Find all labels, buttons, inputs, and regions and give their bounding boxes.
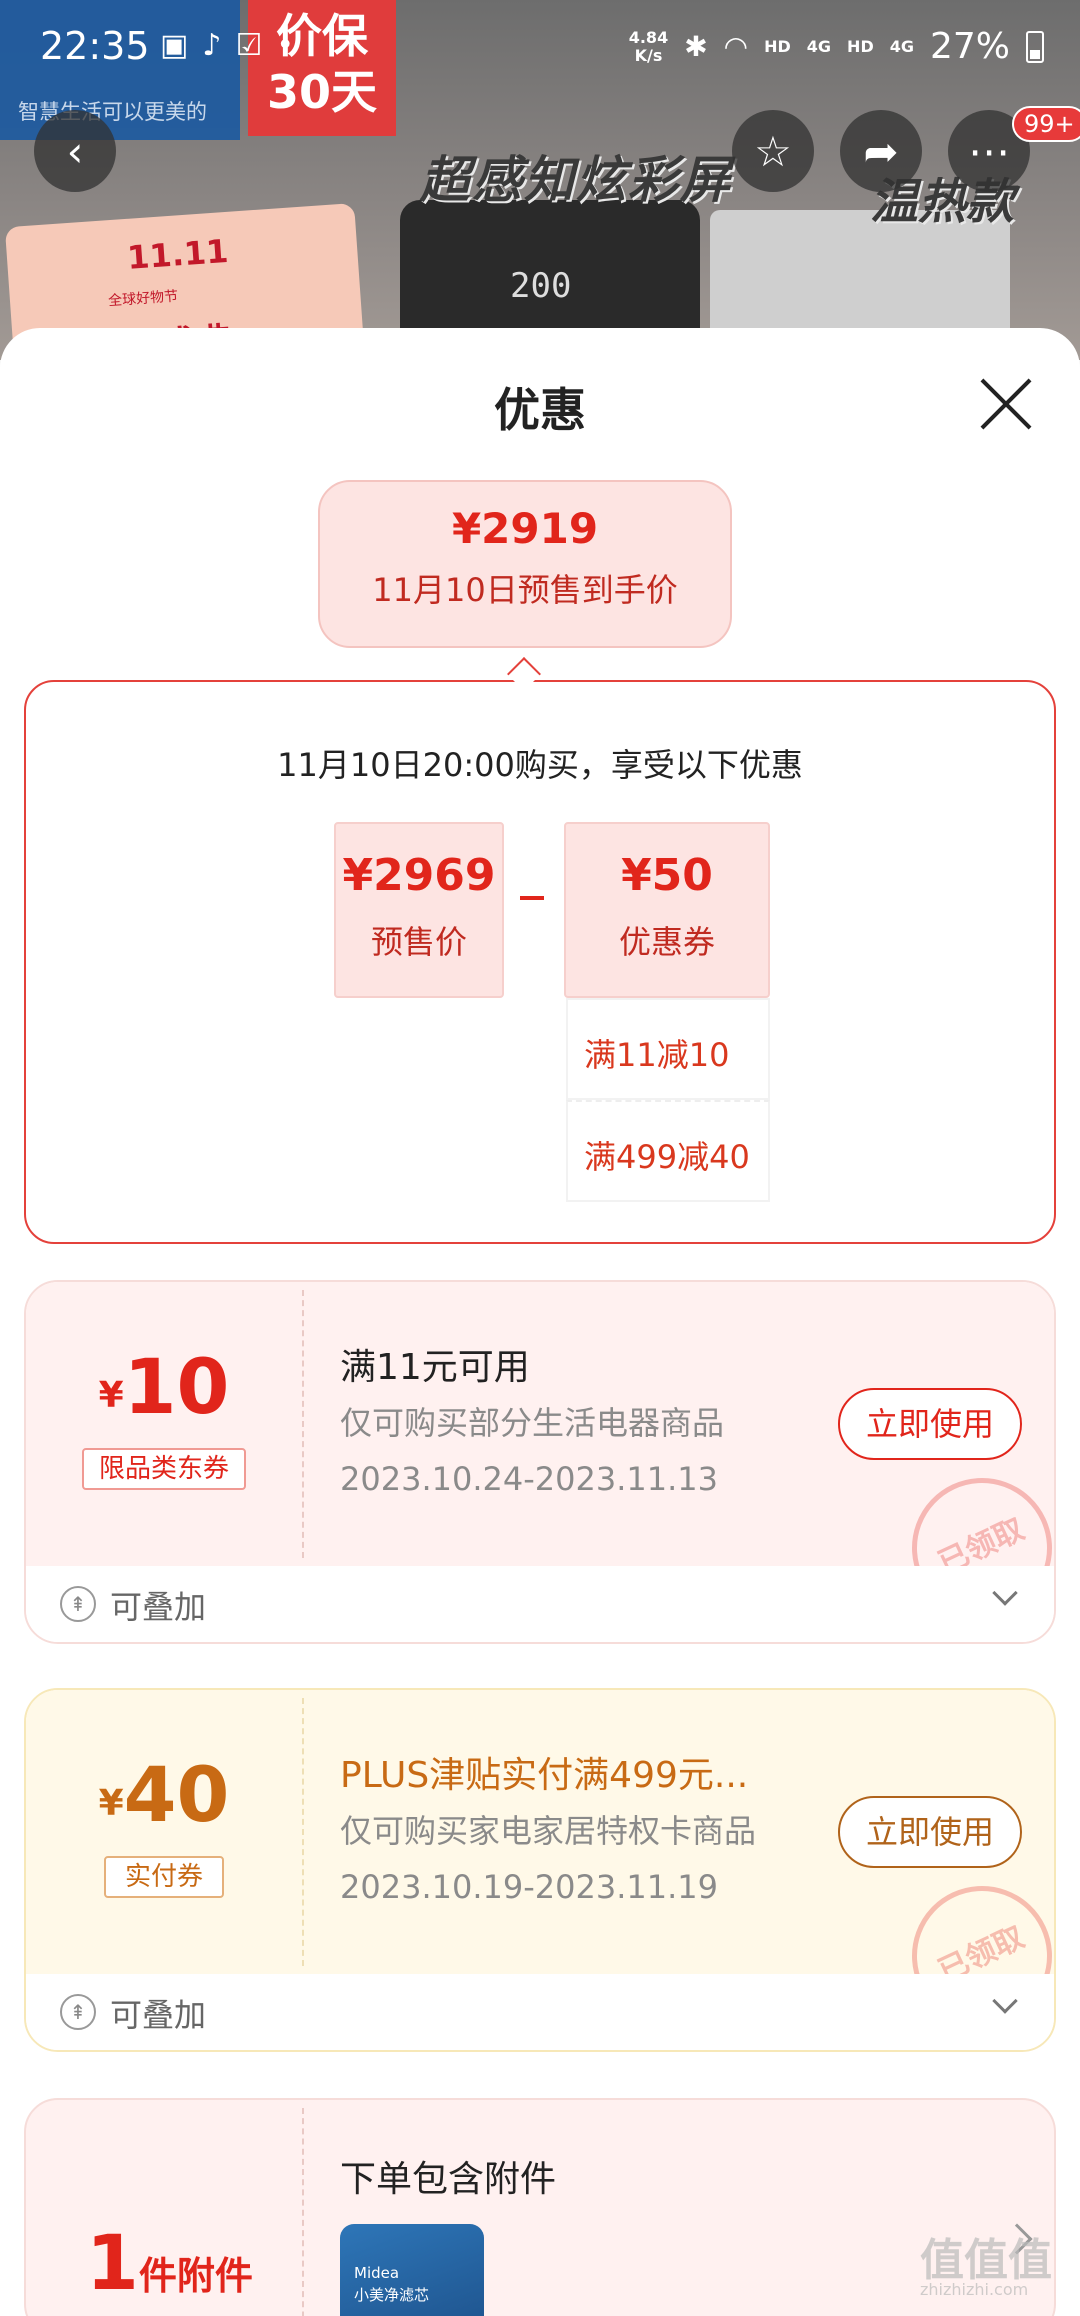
bluetooth-icon: ✱	[684, 30, 708, 63]
network-type-2: 4G	[889, 37, 914, 56]
coupon-amount-value: 10	[123, 1342, 230, 1431]
use-now-button[interactable]: 立即使用	[838, 1796, 1022, 1868]
price-breakdown: 11月10日20:00购买，享受以下优惠 ¥2969 预售价 ¥50 优惠券 满…	[24, 680, 1056, 1244]
banner-headline: 超感知炫彩屏	[420, 151, 732, 209]
dot-icon: •	[276, 28, 295, 63]
battery-icon	[1026, 30, 1044, 63]
gallery-icon: ▣	[160, 28, 189, 63]
stackable-label: 可叠加	[110, 1996, 207, 2034]
presale-price-label: 预售价	[370, 923, 467, 961]
coupon-total-label: 优惠券	[618, 923, 715, 961]
coupon-divider	[302, 1290, 304, 1558]
site-watermark-url: zhizhizhi.com	[920, 2280, 1029, 2299]
net-speed-unit: K/s	[634, 45, 663, 65]
coupon-title: PLUS津贴实付满499元...	[340, 1755, 749, 1796]
hd-label-2: HD	[847, 37, 874, 56]
coupon-title: 满11元可用	[340, 1347, 530, 1388]
coupon-card: ¥40 实付券 PLUS津贴实付满499元... 仅可购买家电家居特权卡商品 2…	[24, 1688, 1056, 2052]
currency-symbol: ¥	[98, 1783, 124, 1824]
coupon-type-tag: 限品类东券	[82, 1448, 246, 1490]
accessory-count: 1件附件	[86, 2218, 253, 2307]
final-price-label: 11月10日预售到手价	[372, 571, 678, 609]
checklist-icon: ☑	[235, 28, 263, 63]
notification-icons: ▣ ♪ ☑ •	[160, 28, 294, 63]
coupon-type-tag: 实付券	[104, 1856, 224, 1898]
network-speed: 4.84 K/s	[628, 27, 669, 65]
coupon-amount: ¥40	[26, 1750, 302, 1839]
status-time: 22:35	[40, 24, 150, 68]
coupon-body: ¥10 限品类东券 满11元可用 仅可购买部分生活电器商品 2023.10.24…	[26, 1282, 1054, 1642]
coupon-amount: ¥10	[26, 1342, 302, 1431]
coupon-footer[interactable]: ⇞ 可叠加	[26, 1566, 1054, 1642]
status-bar: 22:35 ▣ ♪ ☑ • 4.84 K/s ✱ ◠ HD 4G HD 4G 2…	[0, 0, 1080, 96]
more-dots-icon: ⋯	[968, 126, 1010, 176]
coupon-validity: 2023.10.19-2023.11.19	[340, 1868, 718, 1906]
accessory-thumbnail[interactable]: Midea 小美净滤芯	[340, 2224, 484, 2316]
currency-symbol: ¥	[98, 1375, 124, 1416]
coupon-total-value: ¥50	[621, 850, 713, 901]
message-count-badge: 99+	[1012, 106, 1080, 142]
favorite-button[interactable]: ☆	[732, 110, 814, 192]
coupon-body: ¥40 实付券 PLUS津贴实付满499元... 仅可购买家电家居特权卡商品 2…	[26, 1690, 1054, 2050]
presale-price-value: ¥2969	[342, 850, 496, 901]
sale-subtitle: 全球好物节	[107, 288, 179, 310]
accessory-thumb-label: 小美净滤芯	[354, 2286, 430, 2304]
tiktok-icon: ♪	[202, 28, 222, 63]
net-speed-value: 4.84	[628, 27, 669, 47]
coupon-description: 仅可购买家电家居特权卡商品	[340, 1812, 757, 1850]
coupon-description: 仅可购买部分生活电器商品	[340, 1404, 725, 1442]
device-display: 200	[510, 266, 572, 306]
site-watermark: 值值值	[920, 2235, 1052, 2286]
chevron-left-icon: ‹	[66, 126, 84, 176]
coupon-sub-item: 满499减40	[566, 1100, 770, 1202]
accessory-thumb-brand: Midea	[354, 2264, 400, 2282]
back-button[interactable]: ‹	[34, 110, 116, 192]
wifi-icon: ◠	[723, 30, 749, 63]
discount-sheet: 优惠 ¥2919 11月10日预售到手价 11月10日20:00购买，享受以下优…	[0, 328, 1080, 2316]
final-price-value: ¥2919	[451, 504, 599, 553]
sheet-title: 优惠	[494, 383, 586, 437]
hd-label-1: HD	[764, 37, 791, 56]
coupon-validity: 2023.10.24-2023.11.13	[340, 1460, 718, 1498]
accessory-count-unit: 件附件	[138, 2254, 253, 2298]
stack-icon: ⇞	[60, 1586, 96, 1622]
coupon-card: ¥10 限品类东券 满11元可用 仅可购买部分生活电器商品 2023.10.24…	[24, 1280, 1056, 1644]
final-price-card: ¥2919 11月10日预售到手价	[318, 480, 732, 648]
coupon-divider	[302, 2108, 304, 2316]
accessory-card[interactable]: 1件附件 下单包含附件 Midea 小美净滤芯	[24, 2098, 1056, 2316]
close-icon[interactable]	[976, 374, 1036, 434]
share-arrow-icon: ➦	[863, 126, 899, 176]
system-indicators: 4.84 K/s ✱ ◠ HD 4G HD 4G 27%	[629, 26, 1044, 67]
coupon-amount-value: 40	[123, 1750, 230, 1839]
share-button[interactable]: ➦	[840, 110, 922, 192]
star-icon: ☆	[754, 126, 792, 176]
sale-title: 11.11	[125, 231, 230, 277]
coupon-footer[interactable]: ⇞ 可叠加	[26, 1974, 1054, 2050]
coupon-total-cell: ¥50 优惠券	[564, 822, 770, 998]
coupon-divider	[302, 1698, 304, 1966]
battery-percent: 27%	[929, 26, 1010, 67]
use-now-button[interactable]: 立即使用	[838, 1388, 1022, 1460]
stack-icon: ⇞	[60, 1994, 96, 2030]
stackable-label: 可叠加	[110, 1588, 207, 1626]
minus-sign	[520, 896, 544, 900]
presale-price-cell: ¥2969 预售价	[334, 822, 504, 998]
accessory-count-value: 1	[86, 2218, 139, 2307]
chevron-down-icon[interactable]	[992, 1580, 1018, 1606]
breakdown-title: 11月10日20:00购买，享受以下优惠	[277, 746, 803, 784]
coupon-sub-item: 满11减10	[566, 998, 770, 1100]
accessory-title: 下单包含附件	[340, 2159, 557, 2200]
chevron-down-icon[interactable]	[992, 1988, 1018, 2014]
network-type-1: 4G	[806, 37, 832, 56]
